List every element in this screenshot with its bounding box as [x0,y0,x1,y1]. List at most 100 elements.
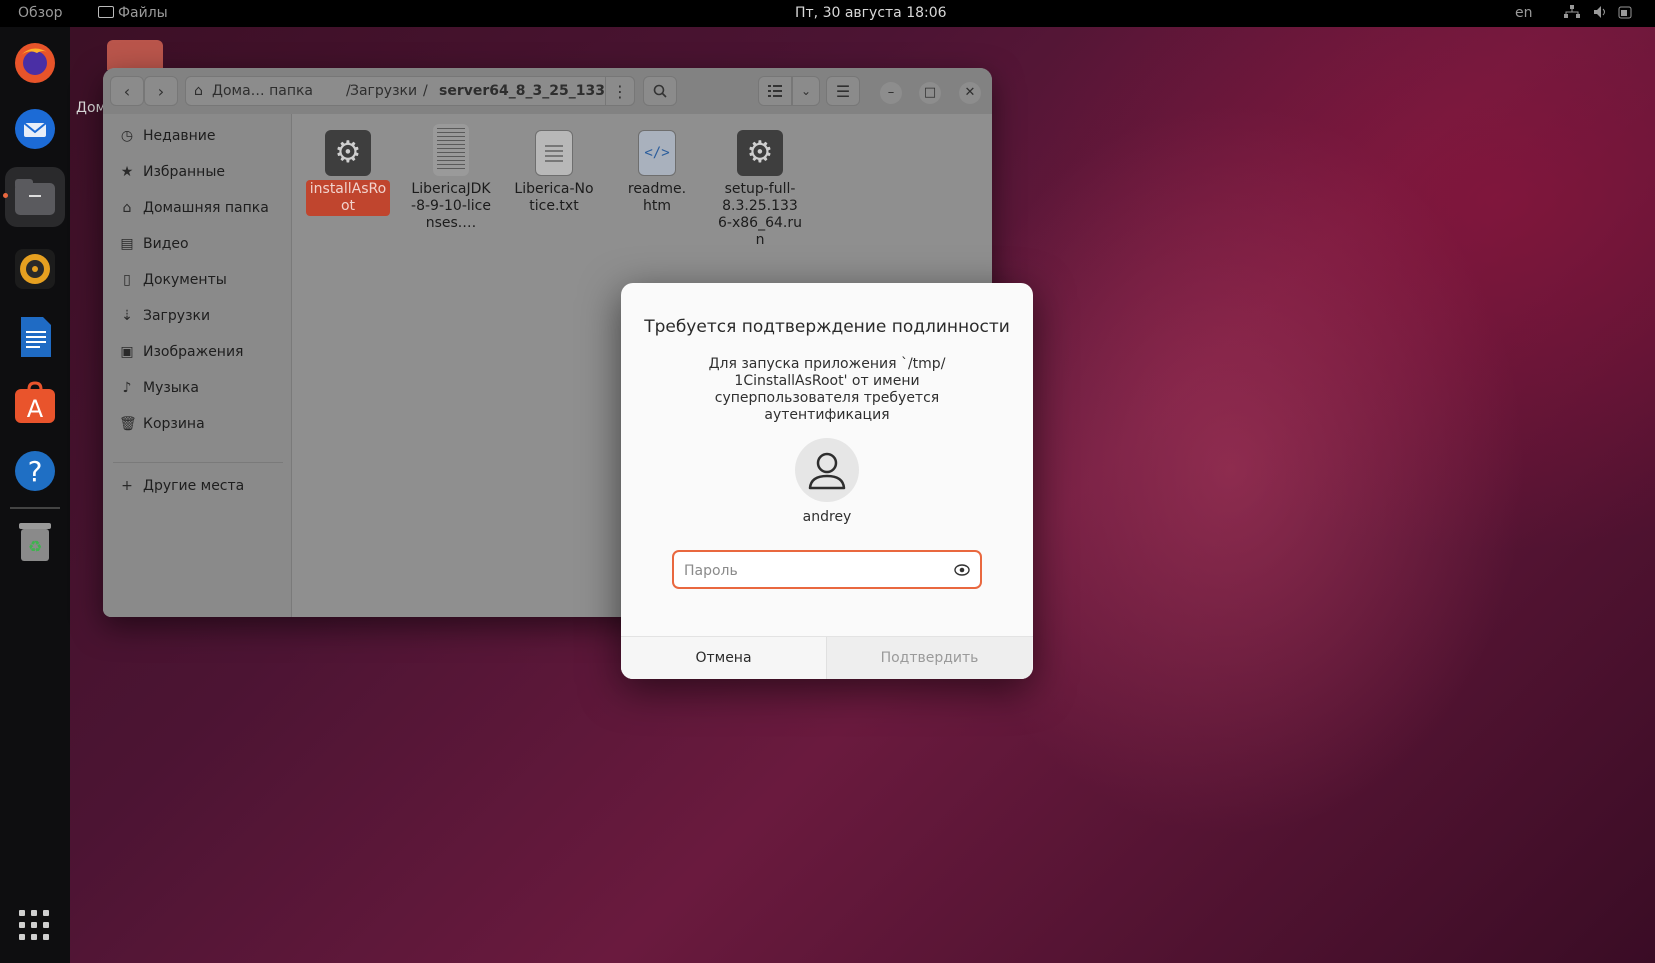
svg-text:♻: ♻ [28,537,42,556]
dialog-message: Для запуска приложения `/tmp/ 1CinstallA… [708,356,946,423]
chevron-right-icon: › [157,81,165,101]
password-input[interactable] [682,559,946,583]
username: andrey [802,509,852,525]
password-field[interactable] [672,550,982,589]
header-bar: ‹ › ⌂ Дома… папка / Загрузки / server64_… [103,68,992,114]
text-thumbnail-icon [433,124,469,176]
sidebar-item-music[interactable]: ♪ Музыка [113,374,283,404]
sidebar-item-label: Избранные [143,164,225,180]
file-item[interactable]: Liberica-Notice.txt [506,130,602,216]
path-bar[interactable]: ⌂ Дома… папка / Загрузки / server64_8_3_… [185,76,635,106]
file-item[interactable]: </> readme.htm [609,130,705,216]
sidebar-item-label: Другие места [143,478,245,494]
svg-text:A: A [27,395,44,423]
sidebar-item-videos[interactable]: ▤ Видео [113,230,283,260]
keyboard-layout[interactable]: en [1515,5,1533,21]
power-icon[interactable] [1618,5,1632,23]
main-menu-button[interactable]: ☰ [826,76,860,106]
desktop-folder-icon[interactable] [107,40,163,70]
network-icon[interactable] [1564,5,1580,23]
sidebar-item-trash[interactable]: 🗑 Корзина [113,410,283,440]
avatar [795,438,859,502]
sidebar-divider [113,462,283,463]
file-name: Liberica-Notice.txt [514,181,594,214]
rhythmbox-icon[interactable] [11,245,59,293]
hamburger-icon: ☰ [835,81,851,101]
sidebar-item-label: Документы [143,272,227,288]
show-apps-icon[interactable] [18,909,52,947]
file-name: readme.htm [627,181,687,214]
close-button[interactable]: ✕ [959,82,981,104]
kebab-icon: ⋮ [612,81,628,101]
sidebar-item-other-locations[interactable]: + Другие места [113,472,283,502]
chevron-left-icon: ‹ [123,81,131,101]
file-item[interactable]: LibericaJDK-8-9-10-licenses.… [403,124,499,233]
home-icon: ⌂ [194,83,203,99]
view-options-button[interactable]: ⌄ [792,76,820,106]
sidebar-item-label: Видео [143,236,189,252]
path-separator: / [423,83,428,99]
forward-button[interactable]: › [144,76,178,106]
sidebar-item-pictures[interactable]: ▣ Изображения [113,338,283,368]
sidebar-item-documents[interactable]: ▯ Документы [113,266,283,296]
auth-dialog: Требуется подтверждение подлинности Для … [621,283,1033,679]
sidebar-item-label: Музыка [143,380,199,396]
sidebar-item-recent[interactable]: ◷ Недавние [113,122,283,152]
sidebar-item-label: Недавние [143,128,216,144]
maximize-button[interactable]: □ [919,82,941,104]
sidebar-item-downloads[interactable]: ⇣ Загрузки [113,302,283,332]
files-icon[interactable] [11,173,59,221]
home-icon: ⌂ [122,200,132,216]
app-center-icon[interactable]: A [11,379,59,427]
path-segment-current[interactable]: server64_8_3_25_1336 [439,83,615,99]
activities-button[interactable]: Обзор [18,5,63,21]
chevron-down-icon: ⌄ [800,84,812,98]
video-icon: ▤ [120,236,134,252]
list-view-icon [768,85,782,97]
folder-icon [98,6,114,18]
path-segment-downloads[interactable]: Загрузки [350,83,417,99]
desktop-folder-label: Дом [76,100,107,116]
cancel-button[interactable]: Отмена [621,637,826,679]
file-item[interactable]: ⚙ setup-full-8.3.25.1336-x86_64.run [712,130,808,250]
path-segment-home[interactable]: Дома… папка [212,83,313,99]
search-button[interactable] [643,76,677,106]
file-item[interactable]: ⚙ installAsRoot [300,130,396,216]
close-icon: ✕ [964,85,976,100]
file-name: setup-full-8.3.25.1336-x86_64.run [718,181,802,248]
top-bar: Обзор Файлы Пт, 30 августа 18:06 en [0,0,1655,27]
dock-separator [10,507,60,509]
help-icon[interactable]: ? [11,447,59,495]
dock: A ? ♻ [0,27,70,963]
download-icon: ⇣ [121,308,133,324]
writer-icon[interactable] [11,313,59,361]
clock[interactable]: Пт, 30 августа 18:06 [795,5,947,21]
minimize-icon: – [887,85,895,100]
text-file-icon [535,130,573,176]
document-icon: ▯ [123,272,131,288]
show-password-icon[interactable] [954,562,970,578]
clock-icon: ◷ [120,128,134,144]
plus-icon: + [121,478,133,494]
search-icon [653,84,667,98]
trash-icon[interactable]: ♻ [11,517,59,565]
sidebar-item-home[interactable]: ⌂ Домашняя папка [113,194,283,224]
gear-icon: ⚙ [325,130,371,176]
firefox-icon[interactable] [11,39,59,87]
back-button[interactable]: ‹ [110,76,144,106]
view-list-button[interactable] [758,76,792,106]
minimize-button[interactable]: – [880,82,902,104]
html-file-icon: </> [638,130,676,176]
confirm-button[interactable]: Подтвердить [827,637,1032,679]
gear-icon: ⚙ [737,130,783,176]
maximize-icon: □ [923,85,937,100]
volume-icon[interactable] [1593,5,1609,23]
app-menu[interactable]: Файлы [98,5,168,21]
sidebar-item-starred[interactable]: ★ Избранные [113,158,283,188]
music-icon: ♪ [122,380,132,396]
thunderbird-icon[interactable] [11,105,59,153]
path-menu-button[interactable]: ⋮ [605,76,635,106]
sidebar: ◷ Недавние ★ Избранные ⌂ Домашняя папка ▤ Ви… [103,114,292,617]
sidebar-item-label: Изображения [143,344,244,360]
image-icon: ▣ [120,344,134,360]
